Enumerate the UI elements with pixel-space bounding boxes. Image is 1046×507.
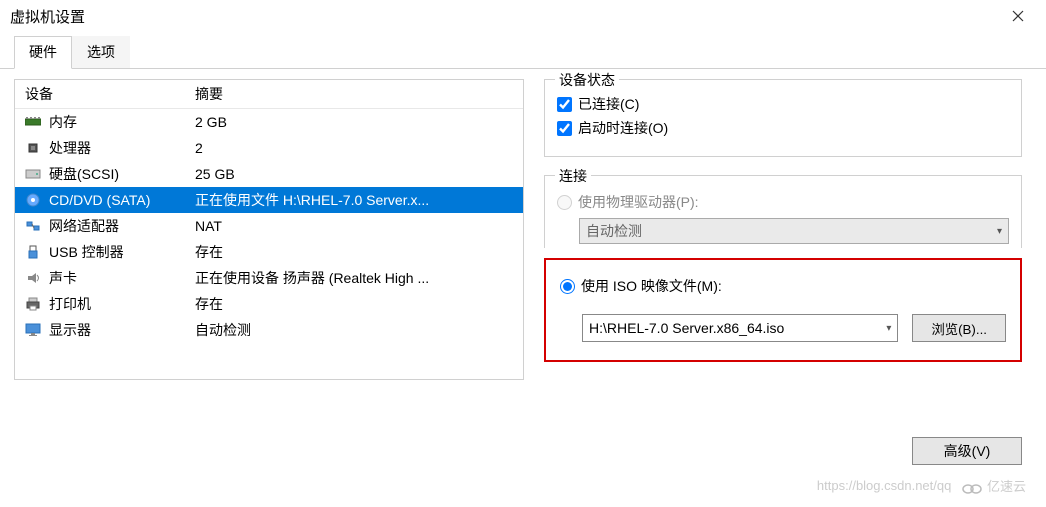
chevron-down-icon[interactable]: ▾ <box>886 323 891 334</box>
physical-drive-select: 自动检测 ▾ <box>579 218 1009 244</box>
connect-at-power-checkbox[interactable] <box>557 121 572 136</box>
device-row-sound[interactable]: 声卡正在使用设备 扬声器 (Realtek High ... <box>15 265 523 291</box>
iso-label: 使用 ISO 映像文件(M): <box>581 276 722 296</box>
column-summary[interactable]: 摘要 <box>195 84 523 104</box>
watermark: https://blog.csdn.net/qq 亿速云 <box>817 476 1026 495</box>
device-name: 硬盘(SCSI) <box>49 164 195 184</box>
device-summary: 25 GB <box>195 166 523 182</box>
iso-path-input[interactable]: H:\RHEL-7.0 Server.x86_64.iso ▾ <box>582 314 898 342</box>
device-row-memory[interactable]: 内存2 GB <box>15 109 523 135</box>
connected-label: 已连接(C) <box>578 94 639 114</box>
device-status-group: 设备状态 已连接(C) 启动时连接(O) <box>544 79 1022 157</box>
iso-path-value: H:\RHEL-7.0 Server.x86_64.iso <box>589 320 784 336</box>
device-name: 显示器 <box>49 320 195 340</box>
iso-radio[interactable] <box>560 279 575 294</box>
device-summary: 2 GB <box>195 114 523 130</box>
device-summary: 2 <box>195 140 523 156</box>
physical-drive-label: 使用物理驱动器(P): <box>578 192 699 212</box>
device-name: 网络适配器 <box>49 216 195 236</box>
physical-drive-radio[interactable] <box>557 195 572 210</box>
device-summary: 存在 <box>195 242 523 262</box>
device-name: 声卡 <box>49 268 195 288</box>
memory-icon <box>23 114 43 130</box>
device-name: USB 控制器 <box>49 242 195 262</box>
status-legend: 设备状态 <box>555 70 619 90</box>
watermark-url: https://blog.csdn.net/qq <box>817 478 951 493</box>
device-summary: NAT <box>195 218 523 234</box>
advanced-button[interactable]: 高级(V) <box>912 437 1022 465</box>
connection-legend: 连接 <box>555 166 591 186</box>
net-icon <box>23 218 43 234</box>
settings-panel: 设备状态 已连接(C) 启动时连接(O) 连接 使用物理驱动器(P): 自动检测… <box>544 79 1032 380</box>
tab-options[interactable]: 选项 <box>72 36 130 68</box>
device-summary: 存在 <box>195 294 523 314</box>
device-row-cd[interactable]: CD/DVD (SATA)正在使用文件 H:\RHEL-7.0 Server.x… <box>15 187 523 213</box>
connect-at-power-row[interactable]: 启动时连接(O) <box>557 118 1009 138</box>
connect-at-power-label: 启动时连接(O) <box>578 118 668 138</box>
device-row-net[interactable]: 网络适配器NAT <box>15 213 523 239</box>
device-name: 内存 <box>49 112 195 132</box>
connected-checkbox-row[interactable]: 已连接(C) <box>557 94 1009 114</box>
device-row-hdd[interactable]: 硬盘(SCSI)25 GB <box>15 161 523 187</box>
device-row-usb[interactable]: USB 控制器存在 <box>15 239 523 265</box>
iso-input-row: H:\RHEL-7.0 Server.x86_64.iso ▾ 浏览(B)... <box>582 314 1006 342</box>
device-summary: 正在使用文件 H:\RHEL-7.0 Server.x... <box>195 190 523 210</box>
device-row-cpu[interactable]: 处理器2 <box>15 135 523 161</box>
device-list-panel: 设备 摘要 内存2 GB处理器2硬盘(SCSI)25 GBCD/DVD (SAT… <box>14 79 524 380</box>
device-name: 处理器 <box>49 138 195 158</box>
iso-highlight-box: 使用 ISO 映像文件(M): H:\RHEL-7.0 Server.x86_6… <box>544 258 1022 362</box>
printer-icon <box>23 296 43 312</box>
device-name: CD/DVD (SATA) <box>49 192 195 208</box>
cpu-icon <box>23 140 43 156</box>
cloud-icon <box>961 481 983 495</box>
cd-icon <box>23 192 43 208</box>
device-row-display[interactable]: 显示器自动检测 <box>15 317 523 343</box>
content-area: 设备 摘要 内存2 GB处理器2硬盘(SCSI)25 GBCD/DVD (SAT… <box>0 69 1046 390</box>
connection-group: 连接 使用物理驱动器(P): 自动检测 ▾ 使用 ISO 映像文件(M): <box>544 175 1022 362</box>
close-button[interactable] <box>998 2 1038 30</box>
physical-drive-radio-row[interactable]: 使用物理驱动器(P): <box>557 192 1009 212</box>
browse-button[interactable]: 浏览(B)... <box>912 314 1006 342</box>
titlebar: 虚拟机设置 <box>0 0 1046 32</box>
list-header: 设备 摘要 <box>15 80 523 109</box>
device-summary: 自动检测 <box>195 320 523 340</box>
hdd-icon <box>23 166 43 182</box>
chevron-down-icon: ▾ <box>997 226 1002 237</box>
window-title: 虚拟机设置 <box>10 6 85 27</box>
iso-radio-row[interactable]: 使用 ISO 映像文件(M): <box>560 276 1006 296</box>
device-row-printer[interactable]: 打印机存在 <box>15 291 523 317</box>
physical-drive-value: 自动检测 <box>586 221 642 241</box>
column-device[interactable]: 设备 <box>15 84 195 104</box>
device-summary: 正在使用设备 扬声器 (Realtek High ... <box>195 268 523 288</box>
close-icon <box>1012 10 1024 22</box>
connected-checkbox[interactable] <box>557 97 572 112</box>
watermark-brand: 亿速云 <box>961 476 1026 495</box>
usb-icon <box>23 244 43 260</box>
display-icon <box>23 322 43 338</box>
device-name: 打印机 <box>49 294 195 314</box>
tab-strip: 硬件 选项 <box>0 36 1046 69</box>
tab-hardware[interactable]: 硬件 <box>14 36 72 69</box>
sound-icon <box>23 270 43 286</box>
